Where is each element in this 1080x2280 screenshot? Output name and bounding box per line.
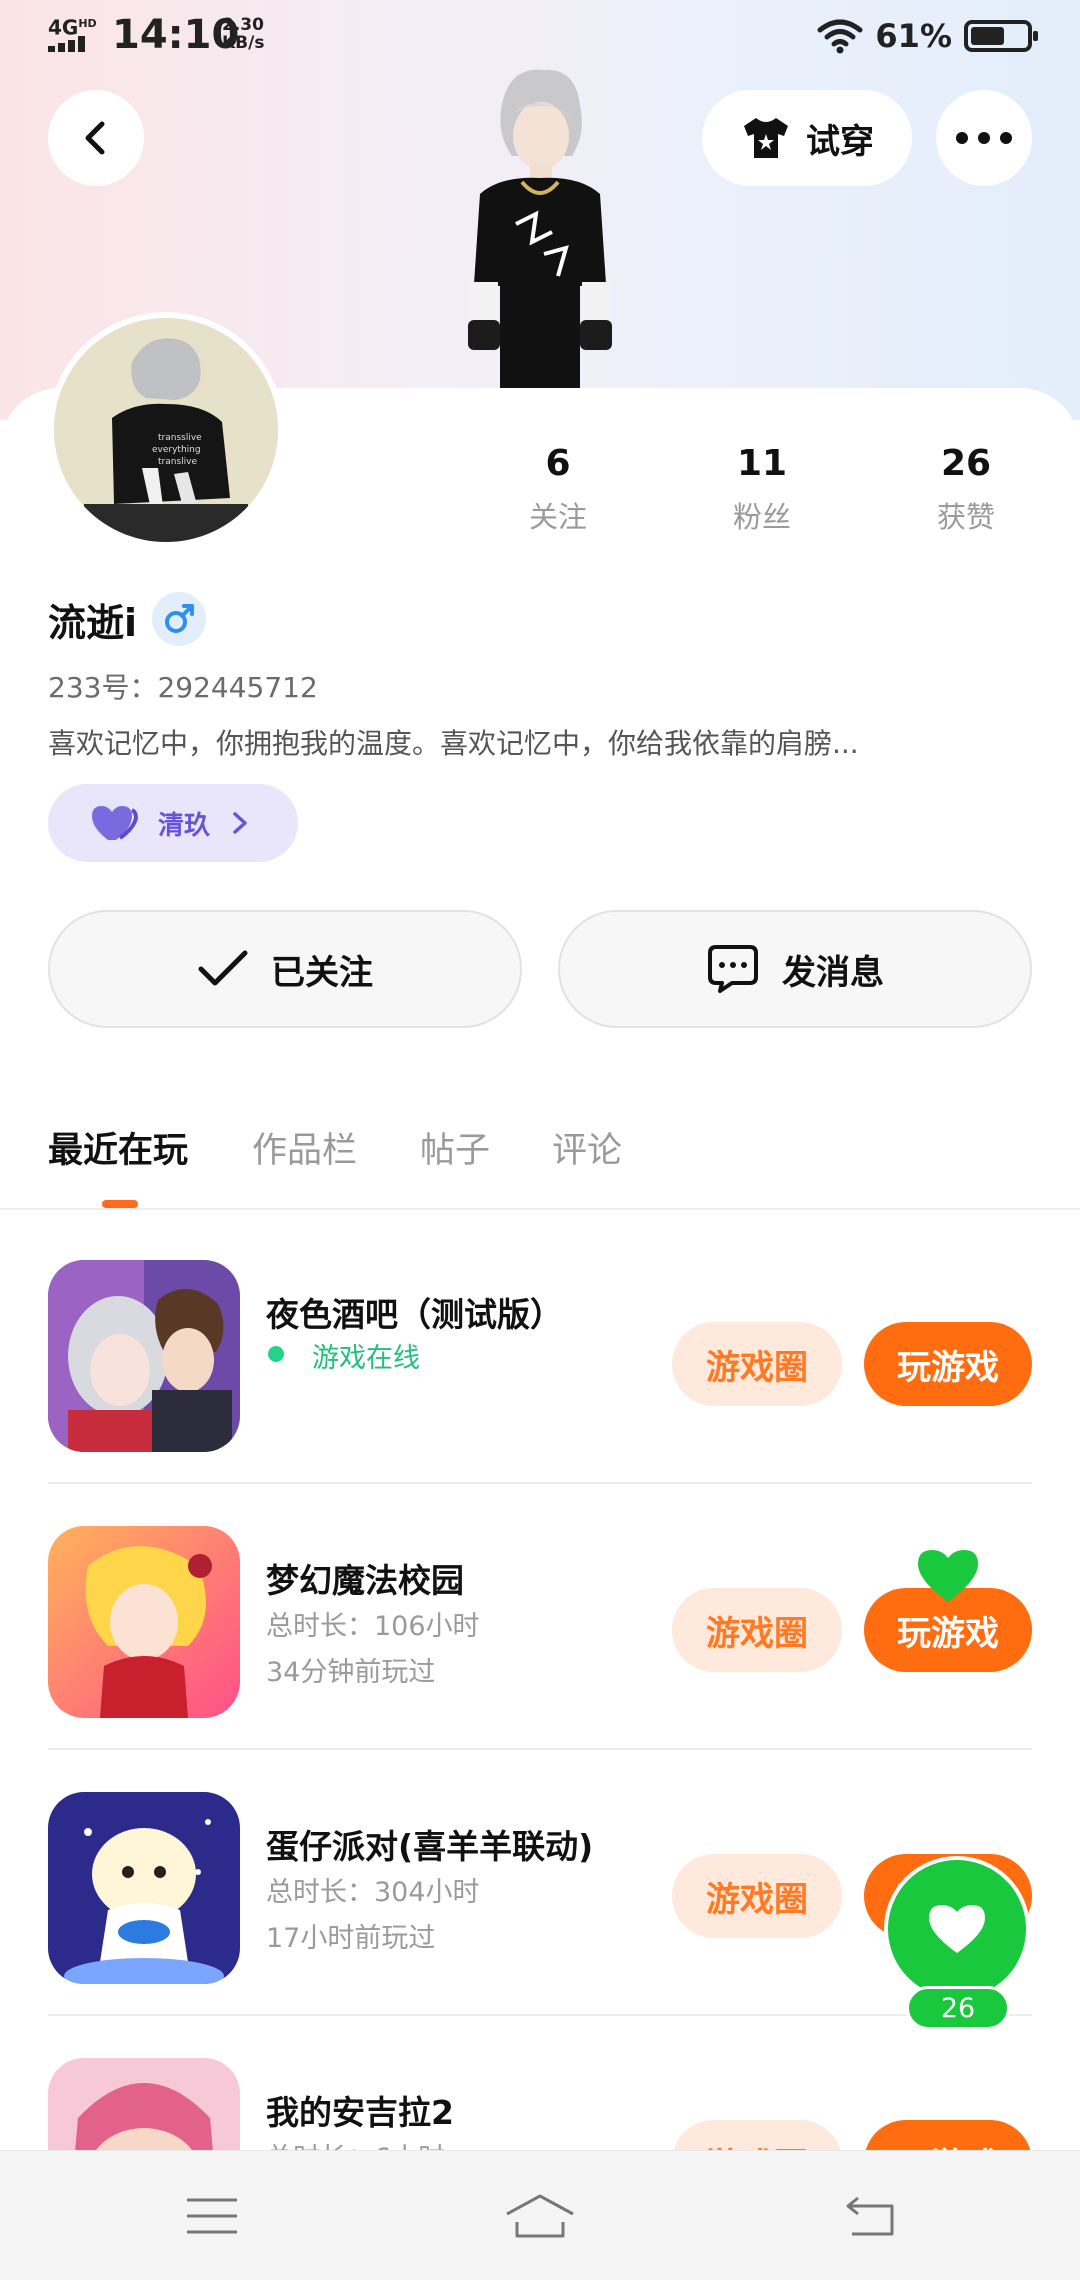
game-icon [48, 1526, 240, 1718]
game-duration: 总时长：106小时 [266, 1611, 480, 1642]
account-id: 233号：292445712 [48, 671, 318, 704]
tab-bar: 最近在玩 作品栏 帖子 评论 [0, 1110, 1080, 1210]
likes-count: 26 [940, 443, 992, 484]
following-label: 关注 [528, 500, 587, 534]
online-status-dot [268, 1346, 284, 1362]
avatar-image: transslive everything translive [54, 318, 278, 542]
game-title: 梦幻魔法校园 [266, 1561, 464, 1600]
chevron-left-icon [85, 121, 105, 155]
svg-text:transslive: transslive [158, 433, 202, 443]
heart-icon [918, 1550, 978, 1602]
chevron-right-icon [233, 812, 247, 834]
game-circle-button[interactable]: 游戏圈 [672, 1322, 842, 1406]
game-circle-button[interactable]: 游戏圈 [672, 1854, 842, 1938]
like-count-badge: 26 [906, 1986, 1010, 2030]
more-button[interactable] [936, 90, 1032, 186]
return-icon [846, 2196, 894, 2236]
battery-icon [964, 20, 1038, 52]
check-icon [198, 950, 248, 986]
game-row[interactable]: 蛋仔派对(喜羊羊联动) 总时长：304小时 17小时前玩过 游戏圈 玩游戏 [48, 1750, 1032, 2016]
bio: 喜欢记忆中，你拥抱我的温度。喜欢记忆中，你给我依靠的肩膀... [48, 727, 859, 760]
shirt-icon [744, 118, 788, 158]
home-icon [506, 2194, 574, 2238]
back-button[interactable] [48, 90, 144, 186]
game-icon [48, 1260, 240, 1452]
status-right: 61% [817, 14, 1038, 58]
back-system-button[interactable] [830, 2181, 910, 2251]
more-dots-icon [956, 132, 1012, 144]
network-speed: 2.30 KB/s [222, 15, 265, 53]
stat-following[interactable]: 6 关注 [488, 440, 628, 536]
menu-icon [187, 2198, 237, 2234]
message-label: 发消息 [782, 952, 884, 993]
tab-works[interactable]: 作品栏 [252, 1122, 357, 1173]
floating-like-button[interactable] [884, 1856, 1030, 2002]
following-count: 6 [545, 443, 571, 484]
network-indicator: 4GHD [48, 15, 97, 40]
game-title: 蛋仔派对(喜羊羊联动) [266, 1827, 594, 1866]
game-duration: 总时长：304小时 [266, 1877, 480, 1908]
username: 流逝i [48, 601, 138, 645]
tab-comments[interactable]: 评论 [552, 1122, 622, 1173]
tab-posts[interactable]: 帖子 [420, 1122, 490, 1173]
stat-followers[interactable]: 11 粉丝 [692, 440, 832, 536]
followed-label: 已关注 [271, 952, 373, 993]
clock: 14:10 [112, 12, 240, 58]
online-status-text: 游戏在线 [312, 1343, 420, 1374]
double-heart-icon [92, 806, 138, 840]
tryon-label: 试穿 [806, 121, 874, 162]
game-circle-button[interactable]: 游戏圈 [672, 1588, 842, 1672]
tab-indicator [102, 1200, 138, 1208]
battery-fill [971, 27, 1004, 45]
signal-icon [48, 36, 96, 52]
game-title: 我的安吉拉2 [266, 2093, 454, 2132]
likes-label: 获赞 [936, 500, 995, 534]
svg-text:everything: everything [152, 445, 201, 455]
tryon-button[interactable]: 试穿 [702, 90, 912, 186]
followed-button[interactable]: 已关注 [48, 910, 522, 1028]
message-button[interactable]: 发消息 [558, 910, 1032, 1028]
heart-icon [929, 1905, 985, 1953]
avatar[interactable]: transslive everything translive [48, 312, 284, 548]
game-title: 夜色酒吧（测试版） [266, 1295, 563, 1334]
avatar-figure[interactable] [440, 64, 640, 390]
male-icon [165, 604, 194, 633]
svg-text:translive: translive [158, 457, 197, 467]
game-last-played: 34分钟前玩过 [266, 1657, 436, 1688]
home-button[interactable] [500, 2181, 580, 2251]
system-nav-bar [0, 2150, 1080, 2280]
game-last-played: 17小时前玩过 [266, 1923, 436, 1954]
stat-likes[interactable]: 26 获赞 [896, 440, 1036, 536]
menu-button[interactable] [172, 2181, 252, 2251]
play-game-button[interactable]: 玩游戏 [864, 1322, 1032, 1406]
followers-count: 11 [736, 443, 788, 484]
battery-percent: 61% [875, 17, 952, 55]
chat-bubble-icon [708, 945, 758, 993]
game-icon [48, 1792, 240, 1984]
status-bar: 4GHD 14:10 2.30 KB/s 61% [0, 0, 1080, 72]
gender-badge [152, 592, 206, 646]
partner-chip[interactable]: 清玖 [48, 784, 298, 862]
game-row[interactable]: 夜色酒吧（测试版） 游戏在线 游戏圈 玩游戏 [48, 1218, 1032, 1484]
partner-name: 清玖 [158, 810, 211, 841]
tab-recent[interactable]: 最近在玩 [48, 1122, 188, 1173]
wifi-icon [817, 19, 863, 54]
followers-label: 粉丝 [732, 500, 791, 534]
game-row[interactable]: 梦幻魔法校园 总时长：106小时 34分钟前玩过 游戏圈 玩游戏 [48, 1484, 1032, 1750]
